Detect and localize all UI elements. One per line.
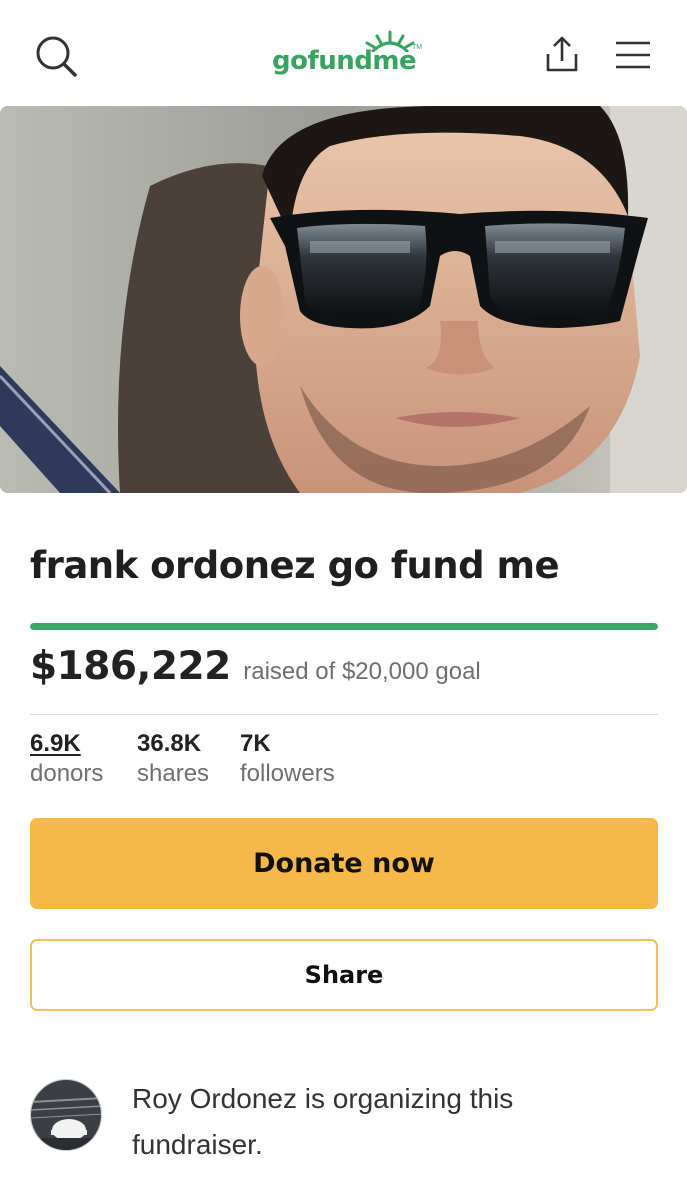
share-upload-icon (546, 36, 578, 72)
logo-trademark: TM (412, 44, 423, 51)
stat-donors[interactable]: 6.9K donors (30, 730, 103, 788)
avatar[interactable] (30, 1079, 102, 1151)
logo-text: gofundme (272, 46, 417, 76)
search-icon (36, 36, 77, 77)
goal-text: raised of $20,000 goal (243, 658, 481, 685)
campaign-title: frank ordonez go fund me (30, 544, 560, 587)
hamburger-menu-icon (616, 41, 650, 69)
shares-count: 36.8K (137, 730, 202, 757)
amount-raised-row: $186,222 raised of $20,000 goal (30, 644, 660, 694)
stat-followers: 7K followers (240, 730, 335, 788)
gofundme-logo[interactable]: gofundme TM (270, 30, 423, 80)
progress-fill (30, 623, 658, 630)
followers-count: 7K (240, 730, 271, 757)
stat-shares: 36.8K shares (137, 730, 209, 788)
share-header-button[interactable] (542, 34, 582, 76)
amount-raised: $186,222 (30, 644, 231, 689)
share-button[interactable]: Share (30, 939, 658, 1011)
progress-bar (30, 623, 658, 630)
shares-label: shares (137, 760, 210, 787)
menu-button[interactable] (614, 40, 652, 70)
donors-count[interactable]: 6.9K (30, 730, 103, 760)
organizer-text: Roy Ordonez is organizing this fundraise… (132, 1083, 514, 1160)
donors-label: donors (30, 760, 104, 787)
divider (30, 714, 658, 715)
search-button[interactable] (34, 34, 78, 78)
campaign-hero-image (0, 106, 687, 493)
donate-now-button[interactable]: Donate now (30, 818, 658, 909)
top-header: gofundme TM (0, 0, 687, 106)
organizer-section: Roy Ordonez is organizing this fundraise… (30, 1076, 670, 1176)
followers-label: followers (240, 760, 335, 787)
organizer-avatar-image (31, 1080, 101, 1150)
hero-photo (0, 106, 687, 493)
